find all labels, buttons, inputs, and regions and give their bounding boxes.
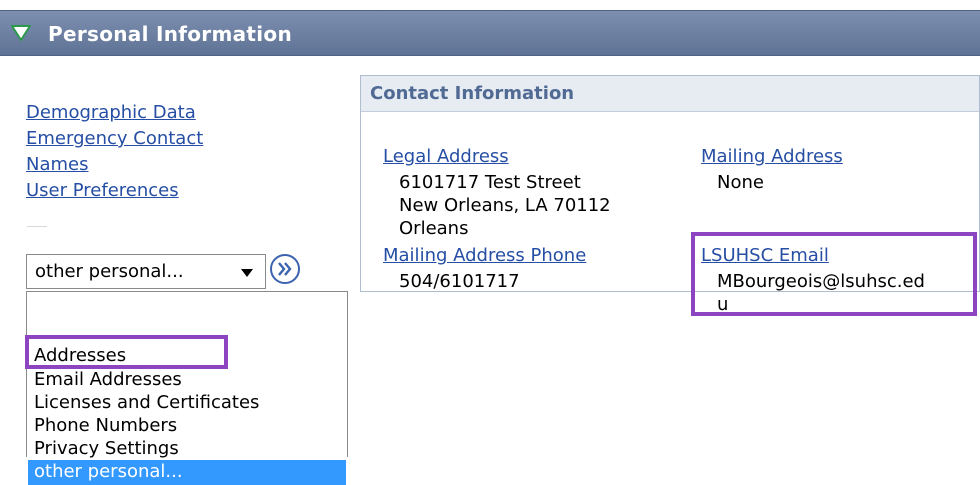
legal-address-line-3: Orleans bbox=[399, 218, 469, 239]
option-phone-numbers[interactable]: Phone Numbers bbox=[28, 414, 346, 439]
divider bbox=[27, 226, 47, 227]
mailing-phone-value: 504/6101717 bbox=[399, 271, 520, 292]
highlight-box-email-option bbox=[25, 335, 228, 369]
option-licenses-certificates[interactable]: Licenses and Certificates bbox=[28, 391, 346, 416]
legal-address-line-1: 6101717 Test Street bbox=[399, 172, 581, 193]
select-dropdown-list: Addresses Email Addresses Licenses and C… bbox=[26, 291, 348, 485]
collapse-triangle-icon[interactable] bbox=[11, 25, 31, 41]
option-email-addresses[interactable]: Email Addresses bbox=[28, 368, 346, 393]
go-button[interactable] bbox=[270, 254, 300, 284]
mailing-address-value: None bbox=[717, 172, 764, 193]
legal-address-link[interactable]: Legal Address bbox=[383, 146, 509, 167]
double-chevron-right-icon bbox=[278, 262, 292, 276]
option-privacy-settings[interactable]: Privacy Settings bbox=[28, 437, 346, 462]
link-user-preferences[interactable]: User Preferences bbox=[26, 178, 203, 204]
caret-down-icon bbox=[241, 269, 253, 277]
mailing-phone-link[interactable]: Mailing Address Phone bbox=[383, 245, 586, 266]
section-header[interactable]: Personal Information bbox=[0, 10, 980, 56]
personal-info-select[interactable]: other personal... bbox=[26, 254, 266, 289]
highlight-box-email bbox=[691, 232, 977, 316]
legal-address-line-2: New Orleans, LA 70112 bbox=[399, 195, 611, 216]
mailing-address-link[interactable]: Mailing Address bbox=[701, 146, 843, 167]
link-demographic-data[interactable]: Demographic Data bbox=[26, 100, 203, 126]
panel-header: Contact Information bbox=[361, 76, 979, 112]
page-title: Personal Information bbox=[48, 22, 292, 46]
option-other-personal[interactable]: other personal... bbox=[28, 460, 346, 485]
link-emergency-contact[interactable]: Emergency Contact bbox=[26, 126, 203, 152]
select-current-value: other personal... bbox=[35, 261, 184, 282]
left-nav: Demographic Data Emergency Contact Names… bbox=[26, 100, 203, 204]
legal-address-value: 6101717 Test Street New Orleans, LA 7011… bbox=[399, 171, 611, 240]
link-names[interactable]: Names bbox=[26, 152, 203, 178]
panel-title: Contact Information bbox=[370, 83, 575, 104]
